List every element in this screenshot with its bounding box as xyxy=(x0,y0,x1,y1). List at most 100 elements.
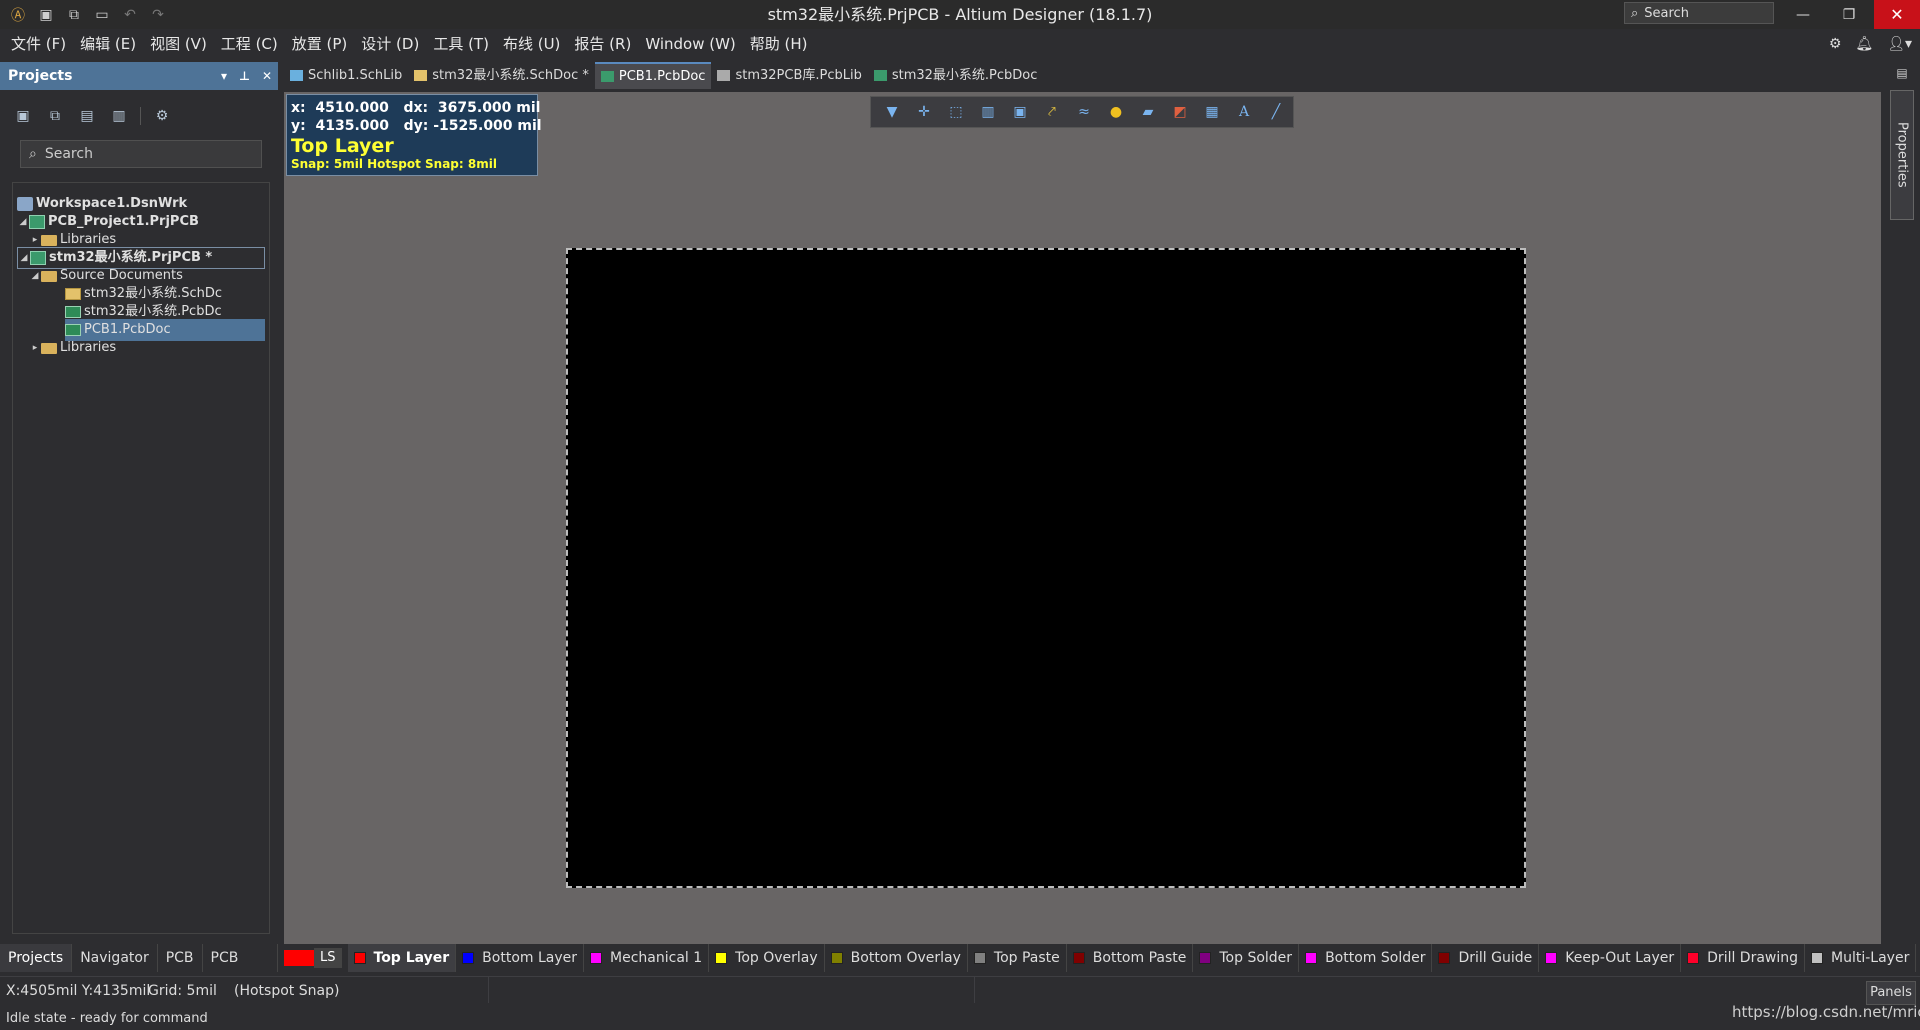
tab-pcb-filter[interactable]: PCB Filter xyxy=(203,944,278,994)
tab-pcb1[interactable]: PCB1.PcbDoc xyxy=(594,62,712,89)
properties-tab[interactable]: Properties xyxy=(1890,90,1914,220)
project-folder-icon[interactable]: ▥ xyxy=(108,105,130,127)
menu-edit[interactable]: 编辑 (E) xyxy=(73,29,143,59)
layer-tab-top-overlay[interactable]: Top Overlay xyxy=(709,944,825,972)
menu-view[interactable]: 视图 (V) xyxy=(143,29,214,59)
minimize-button[interactable]: — xyxy=(1780,0,1826,29)
component-icon[interactable]: ▣ xyxy=(1007,99,1033,125)
layer-tab-mechanical-1[interactable]: Mechanical 1 xyxy=(584,944,710,972)
close-button[interactable]: ✕ xyxy=(1874,0,1920,29)
save-icon[interactable]: ▣ xyxy=(12,105,34,127)
projects-panel: Projects ▾ ⊥ ✕ ▣ ⧉ ▤ ▥ ⚙ ⌕ Search Worksp… xyxy=(0,62,278,940)
layer-set-button[interactable]: LS xyxy=(284,946,342,970)
layer-tab-drill-drawing[interactable]: Drill Drawing xyxy=(1681,944,1806,972)
diff-pair-icon[interactable]: ≈ xyxy=(1071,99,1097,125)
tab-pcb[interactable]: PCB xyxy=(158,944,203,972)
tree-item-libraries-2[interactable]: ▸ Libraries xyxy=(29,337,116,359)
via-icon[interactable]: ● xyxy=(1103,99,1129,125)
open-folder-icon[interactable]: ▤ xyxy=(76,105,98,127)
menu-reports[interactable]: 报告 (R) xyxy=(567,29,638,59)
open-icon[interactable]: ▭ xyxy=(88,0,116,29)
global-search-input[interactable]: ⌕ Search xyxy=(1624,2,1774,24)
bell-icon[interactable]: 🔔︎ xyxy=(1855,36,1873,52)
tab-navigator[interactable]: Navigator xyxy=(72,944,158,972)
layer-tab-top-paste[interactable]: Top Paste xyxy=(968,944,1067,972)
app-icon[interactable]: Ⓐ xyxy=(4,0,32,29)
status-divider xyxy=(974,977,975,1003)
save-project-icon[interactable]: ⧉ xyxy=(44,105,66,127)
heads-up-y: y: 4135.000 dy: -1525.000 mil xyxy=(291,118,542,134)
tab-label: stm32最小系统.PcbDoc xyxy=(891,68,1038,83)
pin-icon[interactable]: ⊥ xyxy=(239,69,250,83)
undo-icon[interactable]: ↶ xyxy=(116,0,144,29)
user-icon[interactable]: 👤︎▾ xyxy=(1887,36,1912,52)
panels-button[interactable]: Panels xyxy=(1866,981,1916,1005)
expand-arrow-icon[interactable]: ◢ xyxy=(29,265,41,287)
layer-tab-bottom-overlay[interactable]: Bottom Overlay xyxy=(825,944,968,972)
tab-label: stm32PCB库.PcbLib xyxy=(735,68,862,83)
menu-tools[interactable]: 工具 (T) xyxy=(426,29,496,59)
layer-tab-bottom-solder[interactable]: Bottom Solder xyxy=(1299,944,1433,972)
tab-pcblib[interactable]: stm32PCB库.PcbLib xyxy=(711,62,867,89)
save-all-icon[interactable]: ⧉ xyxy=(60,0,88,29)
layer-tab-top-solder[interactable]: Top Solder xyxy=(1193,944,1300,972)
board-outline[interactable] xyxy=(566,248,1526,888)
search-icon: ⌕ xyxy=(29,146,37,162)
panel-search-input[interactable]: ⌕ Search xyxy=(20,140,262,168)
expand-arrow-icon[interactable]: ◢ xyxy=(17,211,29,233)
dimension-icon[interactable]: ▦ xyxy=(1199,99,1225,125)
crosshair-icon[interactable]: ✛ xyxy=(911,99,937,125)
pcb-doc-icon xyxy=(65,306,81,318)
layer-tab-bottom-layer[interactable]: Bottom Layer xyxy=(456,944,585,972)
save-icon[interactable]: ▣ xyxy=(32,0,60,29)
tab-pcbdoc[interactable]: stm32最小系统.PcbDoc xyxy=(868,62,1044,89)
tab-projects[interactable]: Projects xyxy=(0,944,73,972)
gear-icon[interactable]: ⚙ xyxy=(151,105,173,127)
menu-help[interactable]: 帮助 (H) xyxy=(743,29,815,59)
status-state: Idle state - ready for command xyxy=(6,1011,208,1026)
heads-up-snap: Snap: 5mil Hotspot Snap: 8mil xyxy=(291,157,497,171)
workspace-icon xyxy=(17,197,33,211)
restore-button[interactable]: ❐ xyxy=(1826,0,1872,29)
menu-window[interactable]: Window (W) xyxy=(638,29,742,59)
panel-header: Projects ▾ ⊥ ✕ xyxy=(0,62,278,90)
pcb-doc-icon xyxy=(873,70,887,81)
layer-tab-multi-layer[interactable]: Multi-Layer xyxy=(1805,944,1917,972)
route-icon[interactable]: ⤤ xyxy=(1039,99,1065,125)
menu-bar: 文件 (F) 编辑 (E) 视图 (V) 工程 (C) 放置 (P) 设计 (D… xyxy=(0,29,1920,59)
align-icon[interactable]: ▥ xyxy=(975,99,1001,125)
layer-color-swatch xyxy=(1438,952,1451,964)
global-search-placeholder: Search xyxy=(1644,5,1689,21)
layer-color-swatch xyxy=(1072,952,1085,964)
panel-menu-icon[interactable]: ▾ xyxy=(221,69,227,83)
menu-file[interactable]: 文件 (F) xyxy=(4,29,73,59)
layer-tab-keep-out[interactable]: Keep-Out Layer xyxy=(1539,944,1682,972)
layer-tab-label: Top Solder xyxy=(1219,950,1293,966)
gear-icon[interactable]: ⚙ xyxy=(1829,36,1842,52)
redo-icon[interactable]: ↷ xyxy=(144,0,172,29)
pcblib-icon xyxy=(717,70,731,81)
right-panel-strip: ▤ Properties xyxy=(1884,62,1920,1030)
menu-design[interactable]: 设计 (D) xyxy=(354,29,426,59)
panel-close-icon[interactable]: ✕ xyxy=(262,69,272,83)
filter-icon[interactable]: ▼ xyxy=(879,99,905,125)
collapse-arrow-icon[interactable]: ▸ xyxy=(29,337,41,359)
layer-tab-bottom-paste[interactable]: Bottom Paste xyxy=(1067,944,1194,972)
layer-tab-top-layer[interactable]: Top Layer xyxy=(347,944,457,972)
pin-icon[interactable]: ▤ xyxy=(1892,66,1912,86)
string-icon[interactable]: A xyxy=(1231,99,1257,125)
select-rect-icon[interactable]: ⬚ xyxy=(943,99,969,125)
line-icon[interactable]: ╱ xyxy=(1263,99,1289,125)
polygon-icon[interactable]: ▰ xyxy=(1135,99,1161,125)
folder-icon xyxy=(41,234,57,246)
region-icon[interactable]: ◩ xyxy=(1167,99,1193,125)
layer-tab-label: Bottom Paste xyxy=(1092,950,1187,966)
status-divider xyxy=(488,977,489,1003)
menu-route[interactable]: 布线 (U) xyxy=(496,29,567,59)
layer-tab-drill-guide[interactable]: Drill Guide xyxy=(1432,944,1540,972)
menu-project[interactable]: 工程 (C) xyxy=(214,29,285,59)
tab-schlib[interactable]: Schlib1.SchLib xyxy=(284,62,408,89)
layer-tab-label: Multi-Layer xyxy=(1831,950,1910,966)
menu-place[interactable]: 放置 (P) xyxy=(285,29,355,59)
tab-schdoc[interactable]: stm32最小系统.SchDoc * xyxy=(408,62,595,89)
